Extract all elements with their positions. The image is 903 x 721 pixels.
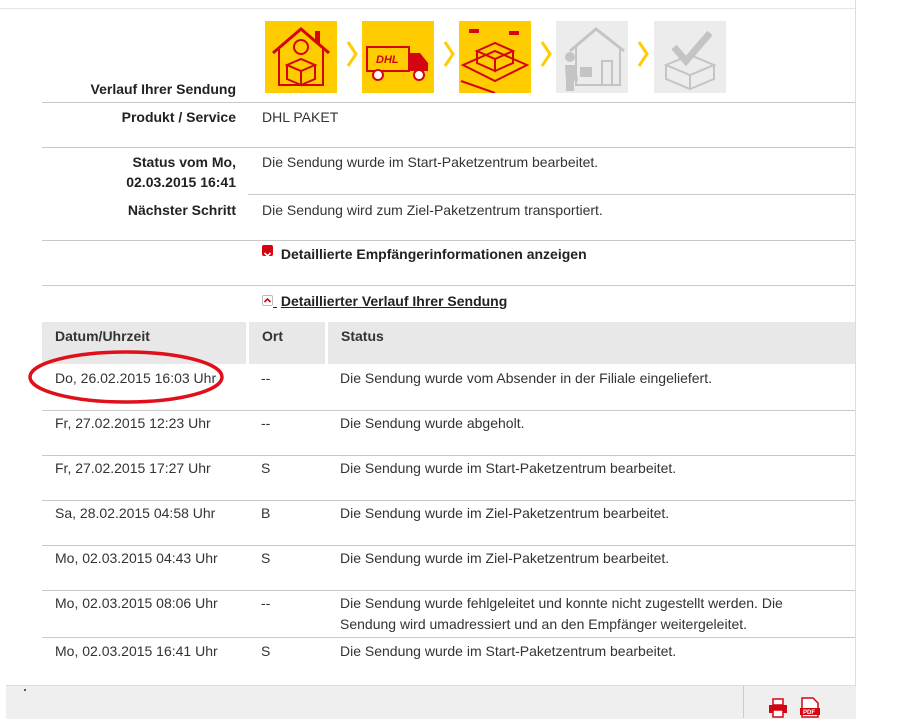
top-strip xyxy=(0,0,855,9)
step-courier-delivery-icon xyxy=(556,21,628,93)
row-status: Die Sendung wurde im Start-Paketzentrum … xyxy=(340,643,677,659)
divider xyxy=(42,410,855,411)
chevron-right-icon xyxy=(443,40,455,68)
next-step-label: Nächster Schritt xyxy=(127,202,236,218)
svg-text:PDF: PDF xyxy=(803,710,815,716)
footer-bar xyxy=(6,685,856,719)
history-label: Verlauf Ihrer Sendung xyxy=(90,81,236,97)
divider xyxy=(42,590,855,591)
product-label: Produkt / Service xyxy=(121,109,236,125)
row-datetime: Fr, 27.02.2015 12:23 Uhr xyxy=(55,415,211,431)
row-location: B xyxy=(261,505,271,521)
divider xyxy=(42,545,855,546)
column-header-status: Status xyxy=(328,322,855,364)
pdf-icon[interactable]: PDF xyxy=(800,697,820,718)
chevron-up-icon xyxy=(262,295,273,306)
status-date-label: Status vom Mo, 02.03.2015 16:41 xyxy=(126,154,236,190)
row-location: -- xyxy=(261,370,271,386)
divider xyxy=(248,194,855,195)
print-icon[interactable] xyxy=(768,697,788,718)
row-status: Die Sendung wurde vom Absender in der Fi… xyxy=(340,370,712,386)
step-delivered-check-icon xyxy=(654,21,726,93)
row-location: S xyxy=(261,550,271,566)
status-value: Die Sendung wurde im Start-Paketzentrum … xyxy=(262,154,599,170)
detailed-history-toggle-label: Detaillierter Verlauf Ihrer Sendung xyxy=(280,293,508,309)
divider xyxy=(42,147,855,148)
row-status: Die Sendung wurde im Ziel-Paketzentrum b… xyxy=(340,505,670,521)
row-location: S xyxy=(261,643,271,659)
divider xyxy=(42,455,855,456)
row-location: -- xyxy=(261,415,271,431)
row-datetime: Mo, 02.03.2015 16:41 Uhr xyxy=(55,643,218,659)
footer-separator xyxy=(743,686,744,718)
detailed-history-toggle[interactable]: Detaillierter Verlauf Ihrer Sendung xyxy=(262,291,507,311)
row-datetime: Fr, 27.02.2015 17:27 Uhr xyxy=(55,460,211,476)
row-status: Die Sendung wurde im Ziel-Paketzentrum b… xyxy=(340,550,670,566)
row-datetime: Mo, 02.03.2015 04:43 Uhr xyxy=(55,550,218,566)
next-step-value: Die Sendung wird zum Ziel-Paketzentrum t… xyxy=(262,202,603,218)
divider xyxy=(42,285,855,286)
chevron-right-icon xyxy=(346,40,358,68)
row-status: Die Sendung wurde abgeholt. xyxy=(340,415,525,431)
divider xyxy=(42,102,855,103)
chevron-right-icon xyxy=(637,40,649,68)
row-datetime: Mo, 02.03.2015 08:06 Uhr xyxy=(55,595,218,611)
step-delivery-truck-icon: DHL xyxy=(362,21,434,93)
row-location: S xyxy=(261,460,271,476)
right-border xyxy=(855,0,856,690)
step-house-parcel-icon xyxy=(265,21,337,93)
row-status: Die Sendung wurde im Start-Paketzentrum … xyxy=(340,460,677,476)
recipient-info-toggle[interactable]: Detaillierte Empfängerinformationen anze… xyxy=(262,244,587,264)
row-location: -- xyxy=(261,595,271,611)
row-status: Die Sendung wurde fehlgeleitet und konnt… xyxy=(340,595,783,632)
divider xyxy=(42,240,855,241)
divider xyxy=(42,500,855,501)
highlight-ellipse xyxy=(28,350,224,404)
step-parcel-center-icon xyxy=(459,21,531,94)
footer-dot xyxy=(24,689,26,691)
product-value: DHL PAKET xyxy=(262,109,339,125)
chevron-right-icon xyxy=(540,40,552,68)
svg-text:DHL: DHL xyxy=(376,54,399,66)
row-datetime: Sa, 28.02.2015 04:58 Uhr xyxy=(55,505,216,521)
recipient-info-toggle-label: Detaillierte Empfängerinformationen anze… xyxy=(280,246,587,262)
chevron-down-icon xyxy=(262,245,273,258)
column-header-location: Ort xyxy=(249,322,325,364)
divider xyxy=(42,637,855,638)
